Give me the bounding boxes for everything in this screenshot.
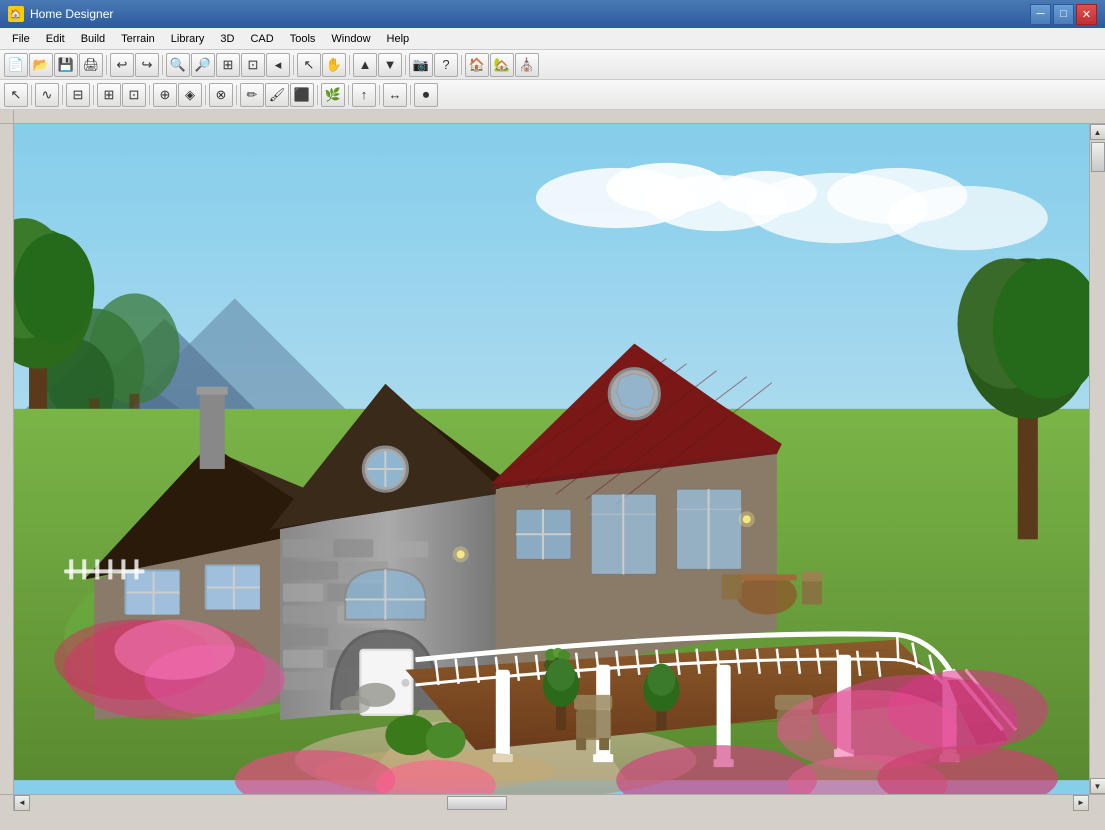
toolbar2-btn-arrow[interactable]: ↑ <box>352 83 376 107</box>
rulers <box>0 110 1105 124</box>
menu-3d[interactable]: 3D <box>212 29 242 49</box>
canvas-area[interactable] <box>14 124 1089 794</box>
toolbar2-btn-layer[interactable]: ◈ <box>178 83 202 107</box>
toolbar2-btn-stair[interactable]: ⊞ <box>97 83 121 107</box>
app-icon: 🏠 <box>8 6 24 22</box>
menu-library[interactable]: Library <box>163 29 213 49</box>
maximize-button[interactable]: □ <box>1053 4 1074 25</box>
h-scroll-thumb[interactable] <box>447 796 507 810</box>
toolbar-btn-house2[interactable]: 🏡 <box>490 53 514 77</box>
toolbar-btn-house3[interactable]: ⛪ <box>515 53 539 77</box>
scene-svg <box>14 124 1089 794</box>
toolbar2-btn-copy[interactable]: ⊗ <box>209 83 233 107</box>
main-area: ▲ ▼ <box>0 124 1105 794</box>
toolbar-btn-undo[interactable]: ↩ <box>110 53 134 77</box>
window-controls: ─ □ ✕ <box>1030 4 1097 25</box>
toolbar2-sep-sep1 <box>31 85 32 105</box>
scroll-down-button[interactable]: ▼ <box>1090 778 1105 794</box>
minimize-button[interactable]: ─ <box>1030 4 1051 25</box>
close-button[interactable]: ✕ <box>1076 4 1097 25</box>
ruler-corner <box>0 110 14 124</box>
toolbar2-sep-sep3 <box>93 85 94 105</box>
toolbar-btn-zoom-in[interactable]: 🔎 <box>191 53 215 77</box>
scroll-thumb[interactable] <box>1091 142 1105 172</box>
horizontal-scrollbar-container: ◄ ► <box>0 794 1105 810</box>
toolbar2-sep-sep9 <box>379 85 380 105</box>
toolbar-sep-sep4 <box>349 55 350 75</box>
menu-edit[interactable]: Edit <box>38 29 73 49</box>
toolbar2-sep-sep8 <box>348 85 349 105</box>
toolbar-btn-redo[interactable]: ↪ <box>135 53 159 77</box>
toolbar-sep-sep3 <box>293 55 294 75</box>
toolbar-sep-sep5 <box>405 55 406 75</box>
toolbar-btn-help-btn[interactable]: ? <box>434 53 458 77</box>
toolbar-btn-print[interactable]: 🖨 <box>79 53 103 77</box>
top-ruler <box>14 110 1105 124</box>
toolbar-btn-zoom-window[interactable]: ⊞ <box>216 53 240 77</box>
toolbar-btn-zoom-out[interactable]: 🔍 <box>166 53 190 77</box>
toolbar2-sep-sep10 <box>410 85 411 105</box>
toolbar-btn-pan[interactable]: ✋ <box>322 53 346 77</box>
toolbar-draw: ↖ ∿ ⊟ ⊞⊡ ⊕◈ ⊗ ✏🖌⬛ 🌿 ↑ ↔ ⏺ <box>0 80 1105 110</box>
toolbar2-btn-pencil[interactable]: ✏ <box>240 83 264 107</box>
menu-help[interactable]: Help <box>379 29 418 49</box>
toolbar2-btn-plants[interactable]: 🌿 <box>321 83 345 107</box>
toolbar2-sep-sep5 <box>205 85 206 105</box>
toolbar-main: 📄📂💾🖨 ↩↪ 🔍🔎⊞⊡◂ ↖✋ ▲▼ 📷? 🏠🏡⛪ <box>0 50 1105 80</box>
toolbar2-btn-record[interactable]: ⏺ <box>414 83 438 107</box>
scroll-track[interactable] <box>1090 140 1105 778</box>
toolbar2-btn-dimension[interactable]: ↔ <box>383 83 407 107</box>
toolbar-btn-open[interactable]: 📂 <box>29 53 53 77</box>
toolbar-btn-zoom-fit[interactable]: ⊡ <box>241 53 265 77</box>
toolbar2-btn-wall[interactable]: ⊟ <box>66 83 90 107</box>
toolbar2-btn-fill[interactable]: ⬛ <box>290 83 314 107</box>
menu-build[interactable]: Build <box>73 29 113 49</box>
toolbar-sep-sep2 <box>162 55 163 75</box>
toolbar2-btn-room[interactable]: ⊡ <box>122 83 146 107</box>
toolbar-btn-house1[interactable]: 🏠 <box>465 53 489 77</box>
toolbar2-btn-brush[interactable]: 🖌 <box>265 83 289 107</box>
toolbar-sep-sep1 <box>106 55 107 75</box>
toolbar2-btn-symbol[interactable]: ⊕ <box>153 83 177 107</box>
window-title: Home Designer <box>30 7 1030 21</box>
menu-bar: FileEditBuildTerrainLibrary3DCADToolsWin… <box>0 28 1105 50</box>
toolbar-btn-camera[interactable]: 📷 <box>409 53 433 77</box>
toolbar-btn-new[interactable]: 📄 <box>4 53 28 77</box>
menu-terrain[interactable]: Terrain <box>113 29 163 49</box>
scroll-left-button[interactable]: ◄ <box>14 795 30 811</box>
toolbar2-sep-sep2 <box>62 85 63 105</box>
toolbar-sep-sep6 <box>461 55 462 75</box>
left-ruler <box>0 124 14 794</box>
toolbar2-sep-sep4 <box>149 85 150 105</box>
toolbar2-sep-sep7 <box>317 85 318 105</box>
toolbar-btn-floor-up[interactable]: ▲ <box>353 53 377 77</box>
menu-window[interactable]: Window <box>323 29 378 49</box>
status-bar <box>0 810 1105 830</box>
h-scroll-track[interactable] <box>30 795 1073 811</box>
toolbar-btn-select[interactable]: ↖ <box>297 53 321 77</box>
toolbar-btn-floor-down[interactable]: ▼ <box>378 53 402 77</box>
toolbar-btn-zoom-prev[interactable]: ◂ <box>266 53 290 77</box>
menu-tools[interactable]: Tools <box>282 29 324 49</box>
toolbar2-btn-select2[interactable]: ↖ <box>4 83 28 107</box>
menu-file[interactable]: File <box>4 29 38 49</box>
menu-cad[interactable]: CAD <box>242 29 281 49</box>
toolbar2-sep-sep6 <box>236 85 237 105</box>
toolbar2-btn-draw1[interactable]: ∿ <box>35 83 59 107</box>
scroll-right-button[interactable]: ► <box>1073 795 1089 811</box>
title-bar: 🏠 Home Designer ─ □ ✕ <box>0 0 1105 28</box>
vertical-scrollbar[interactable]: ▲ ▼ <box>1089 124 1105 794</box>
scroll-up-button[interactable]: ▲ <box>1090 124 1105 140</box>
toolbar-btn-save[interactable]: 💾 <box>54 53 78 77</box>
